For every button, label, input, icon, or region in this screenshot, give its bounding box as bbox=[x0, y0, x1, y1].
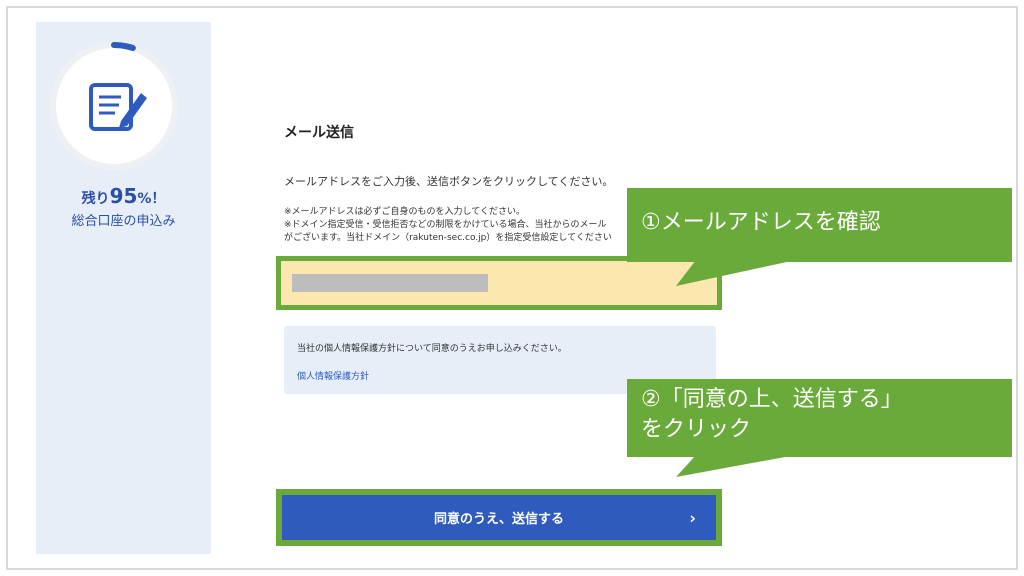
page-title: メール送信 bbox=[284, 125, 354, 141]
email-highlight-frame bbox=[276, 256, 722, 310]
callout-step-1-text: ①メールアドレスを確認 bbox=[641, 210, 881, 235]
privacy-text: 当社の個人情報保護方針について同意のうえお申し込みください。 bbox=[297, 344, 567, 354]
callout-step-1-tail bbox=[676, 260, 796, 286]
email-value-redacted bbox=[292, 274, 488, 292]
submit-label: 同意のうえ、送信する bbox=[433, 512, 564, 527]
callout-step-2-line-1: ②「同意の上、送信する」 bbox=[641, 387, 903, 412]
callout-step-2: ②「同意の上、送信する」 をクリック bbox=[627, 379, 1012, 457]
instruction-text: メールアドレスをご入力後、送信ボタンをクリックしてください。 bbox=[284, 175, 614, 188]
callout-step-1: ①メールアドレスを確認 bbox=[627, 188, 1012, 262]
progress-value: 95 bbox=[109, 184, 138, 208]
note-line-1: ※メールアドレスは必ずご自身のものを入力してください。 bbox=[284, 207, 526, 217]
progress-prefix: 残り bbox=[81, 191, 110, 207]
privacy-policy-link[interactable]: 個人情報保護方針 bbox=[297, 369, 369, 382]
email-input[interactable] bbox=[281, 261, 717, 305]
callout-step-2-tail bbox=[676, 455, 796, 477]
sidebar-subtitle: 総合口座の申込み bbox=[71, 214, 176, 229]
agree-and-send-button[interactable]: 同意のうえ、送信する › bbox=[282, 495, 716, 540]
note-line-2: ※ドメイン指定受信・受信拒否などの制限をかけている場合、当社からのメール bbox=[284, 220, 607, 230]
progress-label: 残り95%！ bbox=[36, 184, 211, 208]
progress-suffix: %！ bbox=[137, 191, 166, 207]
note-line-3: がございます。当社ドメイン（rakuten-sec.co.jp）を指定受信設定し… bbox=[284, 233, 612, 243]
progress-arc bbox=[111, 42, 136, 51]
progress-ring bbox=[50, 42, 178, 170]
chevron-right-icon: › bbox=[689, 508, 696, 527]
submit-highlight-frame: 同意のうえ、送信する › bbox=[276, 489, 722, 546]
callout-step-2-line-2: をクリック bbox=[641, 417, 752, 442]
